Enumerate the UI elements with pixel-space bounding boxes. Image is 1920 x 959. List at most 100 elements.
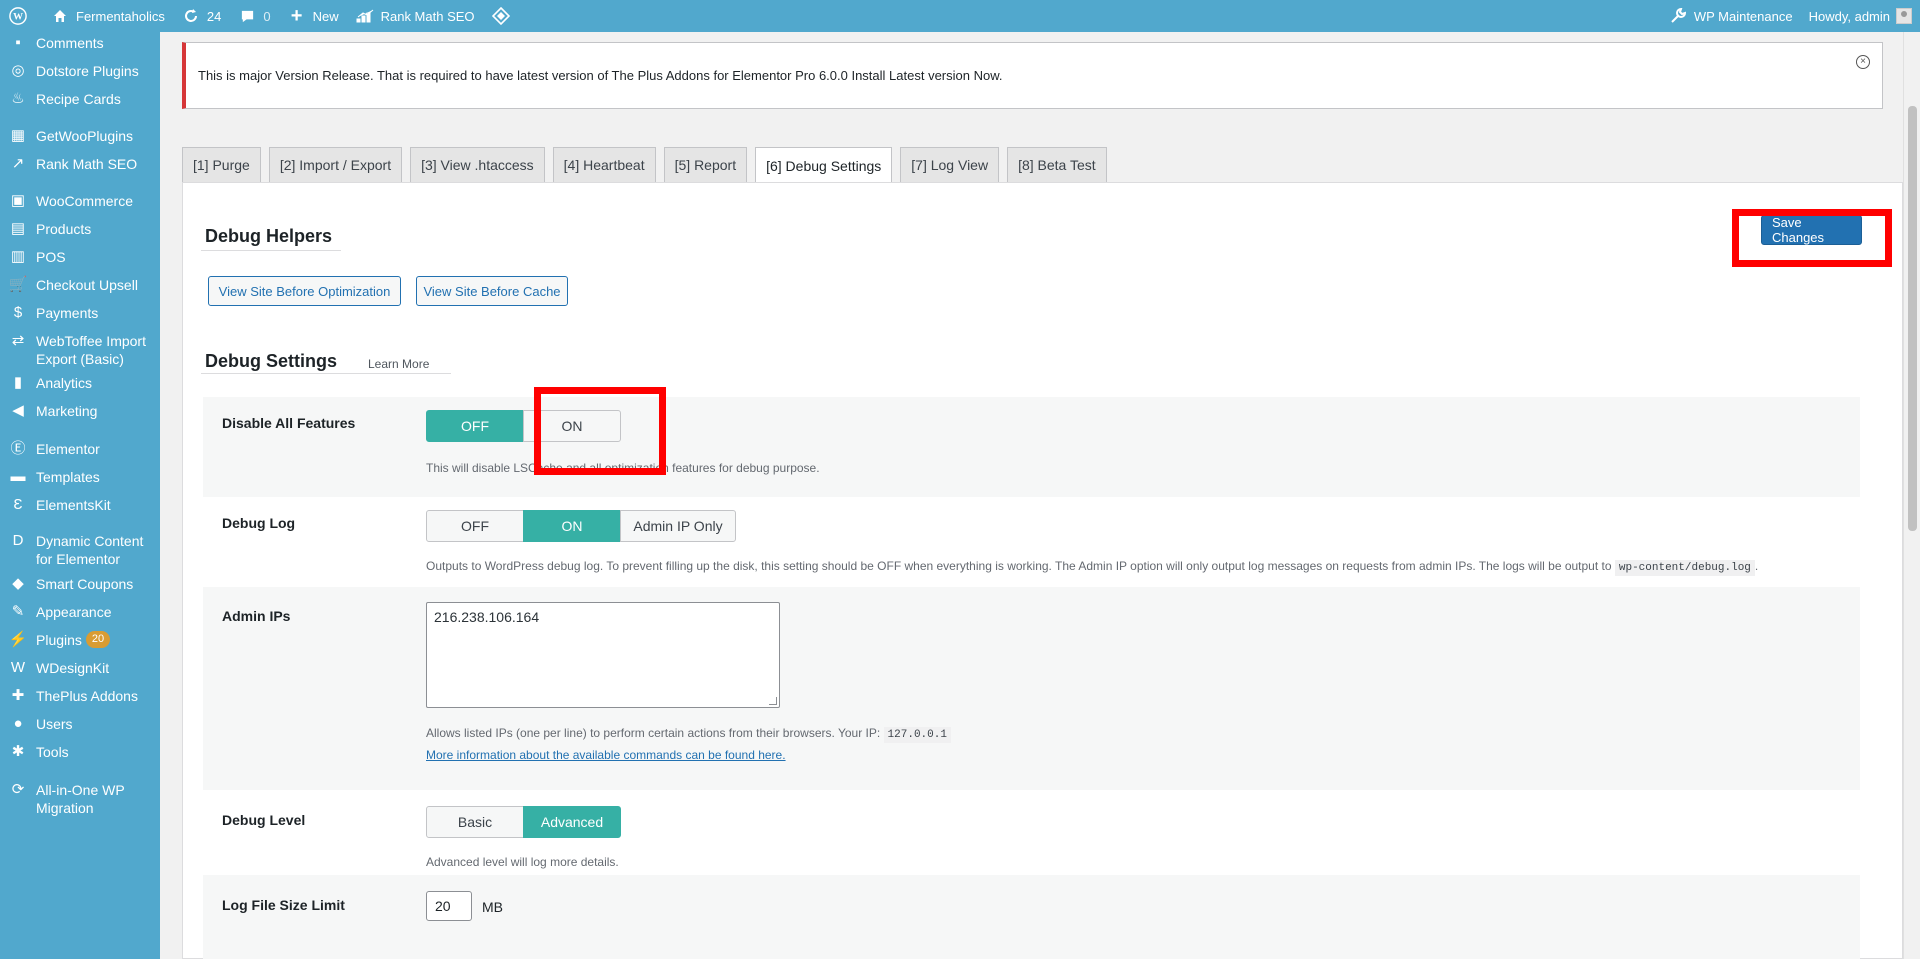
sidebar-item-label: Analytics <box>36 375 93 391</box>
wp-logo-menu[interactable]: W <box>0 0 42 32</box>
sidebar-item-recipe-cards[interactable]: ♨ Recipe Cards <box>0 90 160 108</box>
wrench-icon: ✱ <box>11 743 25 760</box>
debug-level-basic-option[interactable]: Basic <box>426 806 524 838</box>
debug-log-desc-text: Outputs to WordPress debug log. To preve… <box>426 559 1612 573</box>
site-name-menu[interactable]: Fermentaholics <box>42 0 173 32</box>
tab-5[interactable]: [5] Report <box>663 147 748 182</box>
sidebar-item-label: Dynamic Content for Elementor <box>36 533 144 567</box>
admin-ips-textarea[interactable]: 216.238.106.164 <box>426 602 780 708</box>
tab-1[interactable]: [1] Purge <box>182 147 261 182</box>
diamond-icon <box>491 6 511 26</box>
sidebar-item-theplus-addons[interactable]: ✚ ThePlus Addons <box>0 687 160 705</box>
disable-all-off-option[interactable]: OFF <box>426 410 524 442</box>
folder-icon: ▬ <box>10 468 26 485</box>
updates-menu[interactable]: 24 <box>173 0 229 32</box>
rank-math-menu[interactable]: Rank Math SEO <box>347 0 483 32</box>
sidebar-item-woocommerce[interactable]: ▣ WooCommerce <box>0 192 160 210</box>
sidebar-item-wdesignkit[interactable]: W WDesignKit <box>0 659 160 677</box>
debug-log-toggle: OFF ON Admin IP Only <box>426 510 736 542</box>
sidebar-item-dynamic-content-for-elementor[interactable]: D Dynamic Content for Elementor <box>0 532 160 568</box>
theplus-icon: ✚ <box>11 687 25 704</box>
sidebar-item-label: WDesignKit <box>36 660 110 676</box>
dollar-icon: $ <box>13 304 23 321</box>
sidebar-item-webtoffee-import-export-basic[interactable]: ⇄ WebToffee Import Export (Basic) <box>0 332 160 368</box>
tab-8[interactable]: [8] Beta Test <box>1007 147 1107 182</box>
sidebar-item-elementskit[interactable]: Ɛ ElementsKit <box>0 496 160 514</box>
view-before-optimization-button[interactable]: View Site Before Optimization <box>208 276 401 306</box>
debug-log-admin-ip-option[interactable]: Admin IP Only <box>620 510 736 542</box>
sidebar-item-appearance[interactable]: ✎ Appearance <box>0 603 160 621</box>
elementor-icon: Ⓔ <box>10 440 26 457</box>
sidebar-item-payments[interactable]: $ Payments <box>0 304 160 322</box>
dismiss-icon[interactable]: × <box>1856 55 1870 69</box>
new-content-menu[interactable]: + New <box>279 0 347 32</box>
plugins-grid-icon: ▦ <box>10 127 26 144</box>
pos-icon: ▥ <box>10 248 26 265</box>
sidebar-item-tools[interactable]: ✱ Tools <box>0 743 160 761</box>
sidebar-item-users[interactable]: ● Users <box>0 715 160 733</box>
learn-more-link[interactable]: Learn More <box>368 357 429 371</box>
notice-text: This is major Version Release. That is r… <box>198 68 1003 83</box>
sidebar-item-elementor[interactable]: Ⓔ Elementor <box>0 440 160 458</box>
debug-log-on-option[interactable]: ON <box>523 510 621 542</box>
disable-all-features-row: Disable All Features OFF ON This will di… <box>203 397 1860 497</box>
tab-2[interactable]: [2] Import / Export <box>268 147 403 182</box>
disable-all-features-desc: This will disable LSCache and all optimi… <box>426 461 820 475</box>
page-scrollbar[interactable] <box>1903 32 1920 959</box>
sidebar-item-label: Payments <box>36 305 99 321</box>
log-file-size-label: Log File Size Limit <box>222 897 345 913</box>
sidebar-item-all-in-one-wp-migration[interactable]: ⟳ All-in-One WP Migration <box>0 781 160 817</box>
save-changes-button[interactable]: Save Changes <box>1761 215 1862 245</box>
tab-4[interactable]: [4] Heartbeat <box>552 147 656 182</box>
debug-log-row: Debug Log OFF ON Admin IP Only Outputs t… <box>203 497 1860 587</box>
tab-7[interactable]: [7] Log View <box>900 147 1000 182</box>
disable-all-features-toggle: OFF ON <box>426 410 621 442</box>
comments-menu[interactable]: 0 <box>229 0 278 32</box>
debug-level-advanced-option[interactable]: Advanced <box>523 806 621 838</box>
wordpress-icon: W <box>8 6 28 26</box>
my-account-menu[interactable]: Howdy, admin <box>1801 0 1920 32</box>
sidebar-item-smart-coupons[interactable]: ◆ Smart Coupons <box>0 575 160 593</box>
cart-icon: 🛒 <box>8 276 28 293</box>
tab-6[interactable]: [6] Debug Settings <box>755 147 893 183</box>
sidebar-item-rank-math-seo[interactable]: ↗ Rank Math SEO <box>0 155 160 173</box>
sidebar-item-label: Rank Math SEO <box>36 156 138 172</box>
sidebar-item-products[interactable]: ▤ Products <box>0 220 160 238</box>
diamond-menu[interactable] <box>483 0 525 32</box>
sidebar-item-comments[interactable]: ▪ Comments <box>0 34 160 52</box>
sidebar-item-analytics[interactable]: ▮ Analytics <box>0 374 160 392</box>
bar-chart-icon: ▮ <box>13 374 23 391</box>
wdesignkit-icon: W <box>10 659 26 676</box>
sidebar-item-label: WebToffee Import Export (Basic) <box>36 333 146 367</box>
updates-count: 24 <box>206 8 222 24</box>
tab-3[interactable]: [3] View .htaccess <box>410 147 545 182</box>
wp-maintenance-menu[interactable]: WP Maintenance <box>1660 0 1801 32</box>
plus-icon: + <box>290 4 303 27</box>
archive-icon: ▤ <box>10 220 26 237</box>
dynamic-content-icon: D <box>12 532 24 549</box>
admin-bar: W Fermentaholics 24 0 + New Rank Math SE… <box>0 0 1920 32</box>
sidebar-item-label: GetWooPlugins <box>36 128 134 144</box>
sidebar-item-checkout-upsell[interactable]: 🛒 Checkout Upsell <box>0 276 160 294</box>
view-before-cache-button[interactable]: View Site Before Cache <box>416 276 568 306</box>
resize-grip-icon[interactable] <box>769 697 777 705</box>
howdy-label: Howdy, admin <box>1808 8 1890 24</box>
tag-icon: ◆ <box>12 575 24 592</box>
debug-settings-underline <box>201 373 451 374</box>
more-info-link[interactable]: More information about the available com… <box>426 748 786 762</box>
sidebar-item-getwooplugins[interactable]: ▦ GetWooPlugins <box>0 127 160 145</box>
log-file-size-input[interactable]: 20 <box>426 891 472 921</box>
sidebar-item-marketing[interactable]: ◀ Marketing <box>0 402 160 420</box>
sidebar-item-pos[interactable]: ▥ POS <box>0 248 160 266</box>
sidebar-item-plugins[interactable]: ⚡ Plugins 20 <box>0 631 160 649</box>
sidebar-item-label: WooCommerce <box>36 193 133 209</box>
disable-all-on-option[interactable]: ON <box>523 410 621 442</box>
dotstore-icon: ◎ <box>11 62 25 79</box>
home-icon <box>50 6 70 26</box>
scrollbar-thumb[interactable] <box>1908 106 1917 531</box>
sidebar-item-dotstore-plugins[interactable]: ◎ Dotstore Plugins <box>0 62 160 80</box>
debug-log-off-option[interactable]: OFF <box>426 510 524 542</box>
debug-level-desc: Advanced level will log more details. <box>426 855 619 869</box>
sidebar-item-label: All-in-One WP Migration <box>36 782 125 816</box>
sidebar-item-templates[interactable]: ▬ Templates <box>0 468 160 486</box>
